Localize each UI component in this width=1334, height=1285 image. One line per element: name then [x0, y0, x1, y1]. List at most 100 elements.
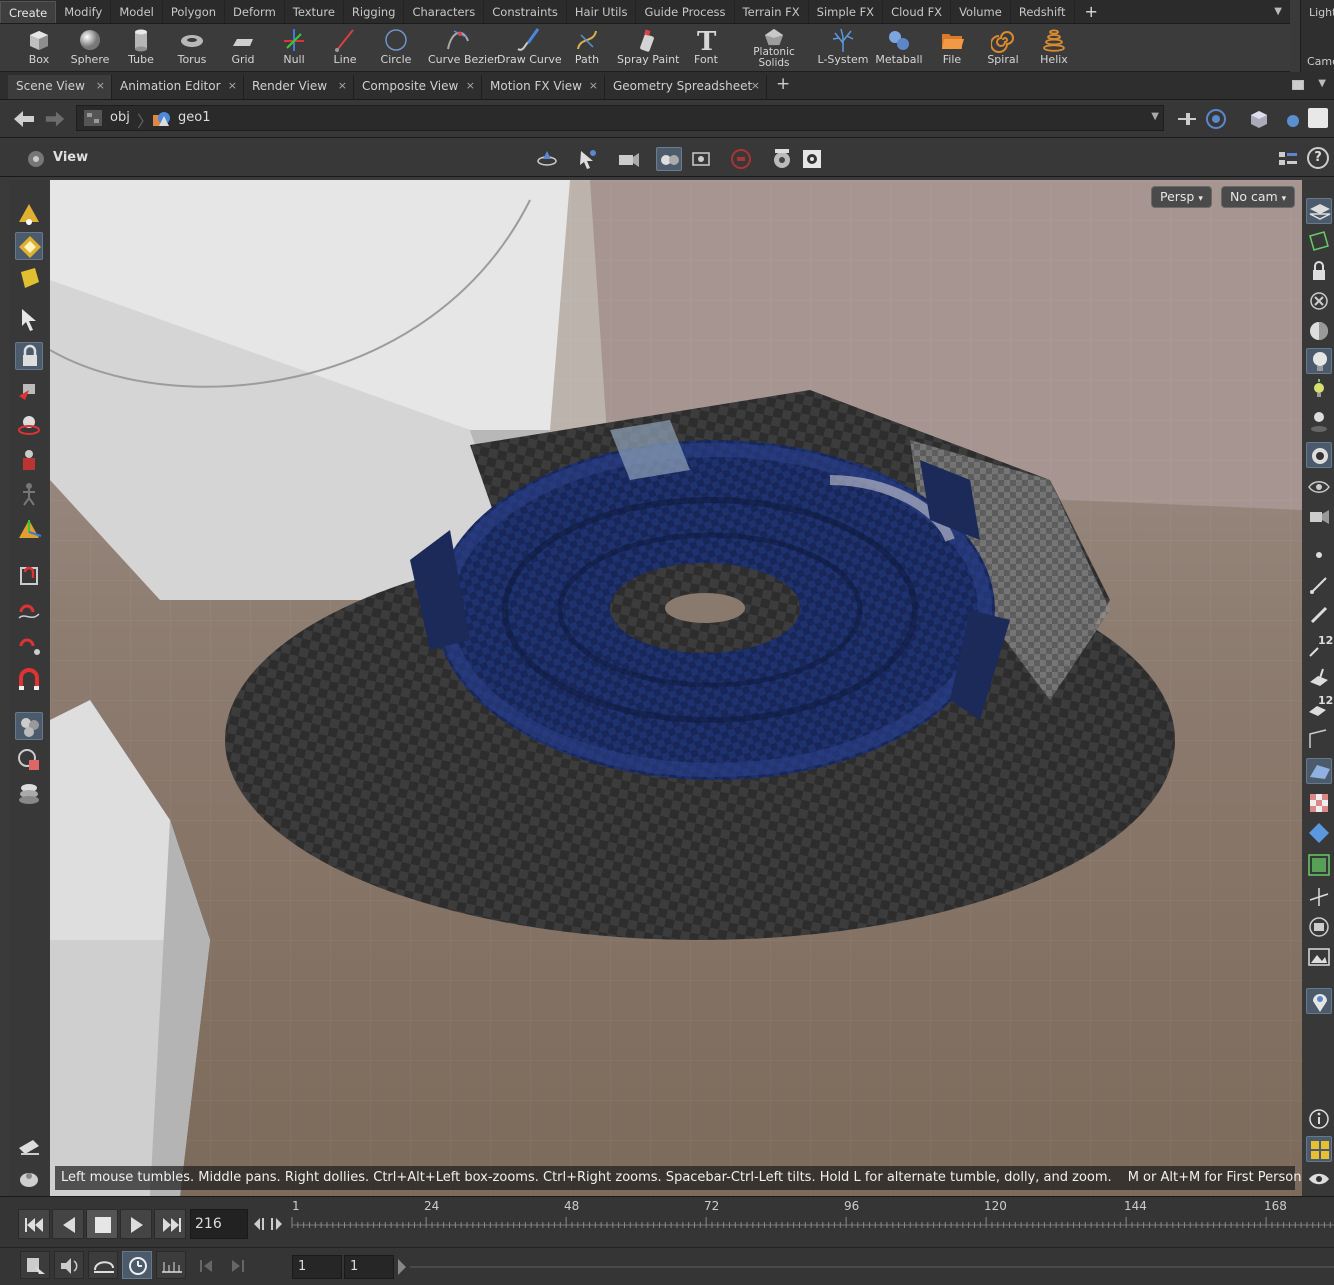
shading-mode-button[interactable] [1306, 318, 1332, 344]
shelf-tab-deform[interactable]: Deform [225, 1, 285, 23]
display-grid-button[interactable] [1306, 914, 1332, 940]
shelf-tab-lights[interactable]: Light [1301, 0, 1334, 19]
path-dropdown-arrow-icon[interactable]: ▼ [1151, 111, 1159, 122]
background-image-button[interactable] [15, 780, 43, 808]
view-tool-button[interactable] [15, 562, 43, 590]
high-quality-lighting-button[interactable] [1306, 408, 1332, 434]
background-color-swatch[interactable] [1308, 108, 1328, 128]
close-icon[interactable]: × [228, 75, 237, 97]
shelf-tab-constraints[interactable]: Constraints [484, 1, 567, 23]
tool-tube[interactable]: Tube [115, 26, 167, 72]
viewport-options-button[interactable] [799, 147, 825, 171]
tab-scene-view[interactable]: Scene View × [8, 75, 112, 99]
range-slider-track[interactable] [410, 1266, 1334, 1268]
viewport-layout-button[interactable] [1306, 1136, 1332, 1162]
display-options-button[interactable] [15, 712, 43, 740]
realtime-toggle-button[interactable] [122, 1251, 152, 1279]
display-geometry-button[interactable] [1306, 198, 1332, 224]
stop-render-button[interactable] [728, 147, 754, 171]
pin-icon[interactable] [1176, 110, 1198, 128]
tool-file[interactable]: File [926, 26, 978, 72]
shelf-tab-create[interactable]: Create [0, 1, 57, 23]
shelf-tab-modify[interactable]: Modify [56, 1, 112, 23]
select-tool-button[interactable] [15, 306, 43, 334]
tool-draw-curve[interactable]: Draw Curve [497, 26, 562, 72]
perspective-menu[interactable]: Persp ▾ [1151, 186, 1212, 208]
current-frame-field[interactable]: 216 [190, 1209, 248, 1239]
tool-helix[interactable]: Helix [1028, 26, 1080, 72]
shelf-tab-polygon[interactable]: Polygon [163, 1, 226, 23]
tool-spray-paint[interactable]: Spray Paint [617, 26, 679, 72]
scene-viewport[interactable]: Persp ▾ No cam ▾ Left mouse tumbles. Mid… [50, 180, 1302, 1196]
scene-view-mode-button[interactable] [656, 147, 682, 171]
display-texture-button[interactable] [1306, 790, 1332, 816]
tab-render-view[interactable]: Render View × [244, 75, 354, 99]
play-forward-button[interactable] [120, 1209, 152, 1239]
display-prim-numbers-button[interactable]: 12 [1306, 694, 1333, 720]
range-slider-handle-icon[interactable] [396, 1257, 408, 1277]
remove-background-button[interactable] [1306, 288, 1332, 314]
tool-curve-bezier[interactable]: Curve Bezier [428, 26, 498, 72]
tab-motion-fx-view[interactable]: Motion FX View × [482, 75, 605, 99]
range-start-field[interactable]: 1 [292, 1255, 342, 1279]
shelf-menu-arrow-icon[interactable]: ▼ [1274, 6, 1282, 17]
tab-animation-editor[interactable]: Animation Editor × [112, 75, 244, 99]
tool-path[interactable]: Path [561, 26, 613, 72]
close-icon[interactable]: × [466, 75, 475, 97]
display-points-button[interactable] [1306, 542, 1332, 568]
headlight-button[interactable] [1306, 348, 1332, 374]
view-camera-menu-icon[interactable] [24, 148, 48, 170]
tool-spiral[interactable]: Spiral [977, 26, 1029, 72]
handle-tool-button[interactable] [15, 516, 43, 544]
lock-camera-button[interactable] [1306, 258, 1332, 284]
shelf-tab-characters[interactable]: Characters [404, 1, 485, 23]
pose-tool-button[interactable] [15, 480, 43, 508]
shelf-tab-terrain-fx[interactable]: Terrain FX [735, 1, 809, 23]
normal-lighting-button[interactable] [1306, 378, 1332, 404]
pane-menu-arrow-icon[interactable]: ▼ [1318, 78, 1326, 89]
toolbar-layout-icon[interactable] [1276, 148, 1300, 170]
add-shelf-tab-button[interactable]: + [1075, 1, 1108, 23]
select-edges-button[interactable] [15, 232, 43, 260]
secure-selection-button[interactable] [15, 342, 43, 370]
timeline-ruler[interactable]: 1 24 48 72 96 120 144 168 [288, 1197, 1334, 1241]
display-uv-button[interactable] [1306, 228, 1332, 254]
maximize-pane-icon[interactable] [1292, 80, 1304, 90]
snapshot-button[interactable] [688, 147, 714, 171]
help-button[interactable]: ? [1307, 147, 1329, 169]
display-prim-normals-button[interactable] [1306, 664, 1332, 690]
tool-torus[interactable]: Torus [166, 26, 218, 72]
display-guides-button[interactable] [1306, 820, 1332, 846]
link-target-icon[interactable] [1205, 108, 1227, 130]
shelf-tab-redshift[interactable]: Redshift [1011, 1, 1075, 23]
tool-platonic-solids[interactable]: Platonic Solids [745, 26, 803, 72]
tool-box[interactable]: Box [13, 26, 65, 72]
ghost-objects-button[interactable] [15, 746, 43, 774]
display-origin-button[interactable] [1306, 884, 1332, 910]
next-key-icon[interactable] [226, 1257, 248, 1275]
display-point-normals-button[interactable] [1306, 602, 1332, 628]
display-point-numbers-button[interactable]: 12 [1306, 634, 1333, 660]
tumble-tool-button[interactable] [534, 147, 560, 171]
path-field[interactable]: obj 〉 geo1 ▼ [76, 105, 1164, 131]
display-normals-button[interactable] [1306, 572, 1332, 598]
back-arrow-icon[interactable] [12, 109, 36, 129]
loop-mode-button[interactable] [88, 1251, 118, 1279]
audio-button[interactable] [54, 1251, 84, 1279]
background-display-button[interactable] [1306, 944, 1332, 970]
flipbook-button[interactable] [769, 147, 795, 171]
shading-sphere-icon[interactable] [1282, 108, 1304, 130]
render-region-button[interactable] [615, 147, 641, 171]
close-icon[interactable]: × [589, 75, 598, 97]
tool-grid[interactable]: Grid [217, 26, 269, 72]
frame-range-button[interactable] [156, 1251, 186, 1279]
scale-tool-button[interactable] [15, 446, 43, 474]
tab-composite-view[interactable]: Composite View × [354, 75, 482, 99]
ambient-occlusion-button[interactable] [1306, 442, 1332, 468]
tool-metaball[interactable]: Metaball [873, 26, 925, 72]
shelf-tab-model[interactable]: Model [111, 1, 163, 23]
tool-circle[interactable]: Circle [370, 26, 422, 72]
rotate-tool-button[interactable] [15, 410, 43, 438]
tool-null[interactable]: Null [268, 26, 320, 72]
visibility-button[interactable] [1306, 1166, 1332, 1192]
